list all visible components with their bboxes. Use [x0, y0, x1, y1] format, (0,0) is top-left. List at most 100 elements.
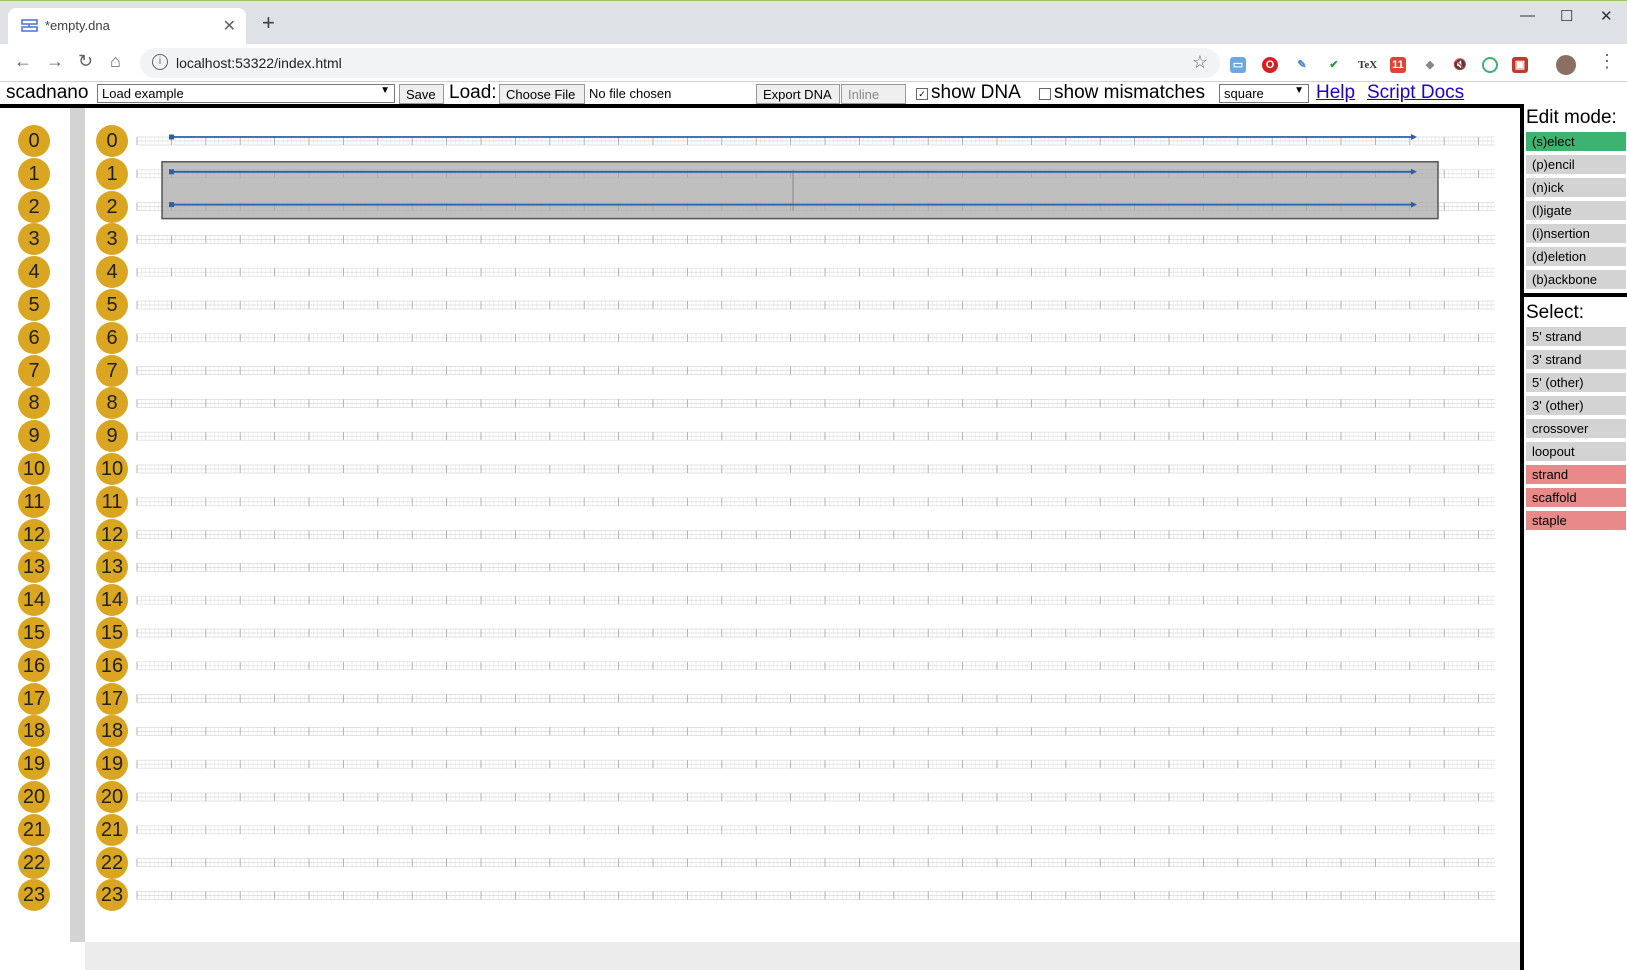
mute-extension-icon[interactable]: 🔇: [1452, 57, 1468, 73]
profile-avatar[interactable]: [1556, 55, 1576, 75]
minimize-icon[interactable]: —: [1520, 7, 1535, 24]
helix-row[interactable]: [136, 530, 1495, 539]
side-helix-circle[interactable]: 3: [18, 223, 50, 256]
side-helix-circle[interactable]: 8: [18, 387, 50, 420]
helix-row[interactable]: [136, 727, 1495, 736]
window-close-icon[interactable]: ✕: [1600, 7, 1613, 25]
load-example-select[interactable]: Load example ▼: [97, 84, 395, 103]
main-design-view[interactable]: 0 1 2 3 4 5 6 7 8 9 10 11 12 13 14 15 16 17 18 19 20 21 22 23: [85, 108, 1520, 942]
helix-row[interactable]: [136, 333, 1495, 343]
address-bar[interactable]: i localhost:53322/index.html ☆: [140, 48, 1220, 78]
tex-extension-icon[interactable]: TeX: [1358, 57, 1377, 73]
circle-extension-icon[interactable]: [1482, 57, 1498, 73]
new-tab-icon[interactable]: +: [262, 12, 275, 34]
maximize-icon[interactable]: ☐: [1560, 7, 1573, 25]
select-filter-button[interactable]: strand: [1526, 465, 1626, 484]
side-helix-circle[interactable]: 6: [18, 321, 50, 354]
edit-mode-button[interactable]: (i)nsertion: [1526, 224, 1626, 243]
strand-5-end[interactable]: [169, 134, 174, 140]
helix-label-circle[interactable]: 7: [96, 354, 128, 387]
script-docs-link[interactable]: Script Docs: [1367, 82, 1464, 104]
helix-row[interactable]: [136, 136, 1495, 146]
edit-mode-button[interactable]: (b)ackbone: [1526, 270, 1626, 289]
helix-row[interactable]: [136, 825, 1495, 835]
helix-row[interactable]: [136, 891, 1495, 900]
helix-label-circle[interactable]: 15: [96, 617, 128, 649]
pen-extension-icon[interactable]: ✎: [1294, 57, 1310, 73]
helix-label-circle[interactable]: 5: [96, 289, 128, 321]
info-icon[interactable]: i: [152, 54, 168, 70]
side-helix-circle[interactable]: 18: [18, 715, 50, 748]
helix-row[interactable]: [136, 563, 1495, 572]
side-helix-circle[interactable]: 16: [18, 649, 50, 682]
helix-row[interactable]: [136, 595, 1495, 605]
select-filter-button[interactable]: scaffold: [1526, 488, 1626, 507]
helix-label-circle[interactable]: 1: [96, 157, 128, 190]
helix-row[interactable]: [136, 399, 1495, 408]
helix-row[interactable]: [136, 858, 1495, 867]
select-filter-button[interactable]: crossover: [1526, 419, 1626, 438]
export-dna-button[interactable]: Export DNA: [756, 84, 840, 104]
side-helix-circle[interactable]: 13: [18, 551, 50, 584]
side-helix-circle[interactable]: 7: [18, 354, 50, 387]
helix-row[interactable]: [136, 235, 1495, 244]
side-helix-circle[interactable]: 1: [18, 157, 50, 190]
helix-row[interactable]: [136, 759, 1495, 769]
strand-5-end[interactable]: [169, 169, 174, 175]
strand-5-end[interactable]: [169, 202, 174, 208]
helix-row[interactable]: [136, 300, 1495, 310]
side-helix-circle[interactable]: 9: [18, 420, 50, 453]
helix-label-circle[interactable]: 9: [96, 420, 128, 453]
bookmark-star-icon[interactable]: ☆: [1192, 52, 1208, 73]
select-filter-button[interactable]: 5' (other): [1526, 373, 1626, 392]
browser-tab[interactable]: *empty.dna ✕: [8, 8, 246, 45]
edit-mode-button[interactable]: (p)encil: [1526, 155, 1626, 174]
helix-label-circle[interactable]: 12: [96, 518, 128, 551]
browser-menu-icon[interactable]: ⋮: [1598, 51, 1616, 72]
opera-extension-icon[interactable]: O: [1262, 57, 1278, 73]
helix-label-circle[interactable]: 20: [96, 781, 128, 813]
helix-label-circle[interactable]: 2: [96, 190, 128, 223]
side-helix-circle[interactable]: 0: [18, 125, 50, 157]
side-helix-circle[interactable]: 19: [18, 748, 50, 781]
selection-box[interactable]: [161, 161, 1439, 220]
helix-label-circle[interactable]: 16: [96, 649, 128, 682]
home-icon[interactable]: ⌂: [110, 51, 121, 72]
helix-label-circle[interactable]: 0: [96, 125, 128, 157]
select-filter-button[interactable]: loopout: [1526, 442, 1626, 461]
checkmark-extension-icon[interactable]: ✔: [1326, 57, 1342, 73]
helix-row[interactable]: [136, 431, 1495, 441]
helix-label-circle[interactable]: 14: [96, 584, 128, 617]
edit-mode-button[interactable]: (n)ick: [1526, 178, 1626, 197]
view-splitter[interactable]: [70, 108, 85, 942]
dropbox-extension-icon[interactable]: ◆: [1422, 57, 1438, 73]
edit-mode-button[interactable]: (s)elect: [1526, 132, 1626, 151]
reload-icon[interactable]: ↻: [78, 51, 93, 72]
helix-label-circle[interactable]: 10: [96, 453, 128, 485]
edit-mode-button[interactable]: (l)igate: [1526, 201, 1626, 220]
select-filter-button[interactable]: 5' strand: [1526, 327, 1626, 346]
helix-label-circle[interactable]: 21: [96, 813, 128, 846]
help-link[interactable]: Help: [1316, 82, 1355, 104]
helix-row[interactable]: [136, 366, 1495, 375]
gmail-extension-icon[interactable]: 11: [1390, 57, 1406, 73]
side-helix-circle[interactable]: 20: [18, 781, 50, 813]
helix-row[interactable]: [136, 694, 1495, 703]
side-helix-circle[interactable]: 12: [18, 518, 50, 551]
side-helix-circle[interactable]: 23: [18, 879, 50, 912]
helix-label-circle[interactable]: 6: [96, 321, 128, 354]
side-helix-circle[interactable]: 4: [18, 256, 50, 289]
puzzle-extension-icon[interactable]: ▣: [1512, 57, 1528, 73]
side-helix-circle[interactable]: 22: [18, 846, 50, 879]
helix-row[interactable]: [136, 792, 1495, 802]
choose-file-button[interactable]: Choose File: [499, 84, 585, 104]
back-icon[interactable]: ←: [14, 51, 32, 72]
helix-row[interactable]: [136, 628, 1495, 638]
save-button[interactable]: Save: [399, 84, 444, 104]
helix-label-circle[interactable]: 11: [96, 485, 128, 518]
chat-extension-icon[interactable]: ▭: [1230, 57, 1246, 73]
helix-row[interactable]: [136, 464, 1495, 474]
select-filter-button[interactable]: 3' (other): [1526, 396, 1626, 415]
side-helix-circle[interactable]: 10: [18, 453, 50, 485]
helix-label-circle[interactable]: 17: [96, 682, 128, 715]
